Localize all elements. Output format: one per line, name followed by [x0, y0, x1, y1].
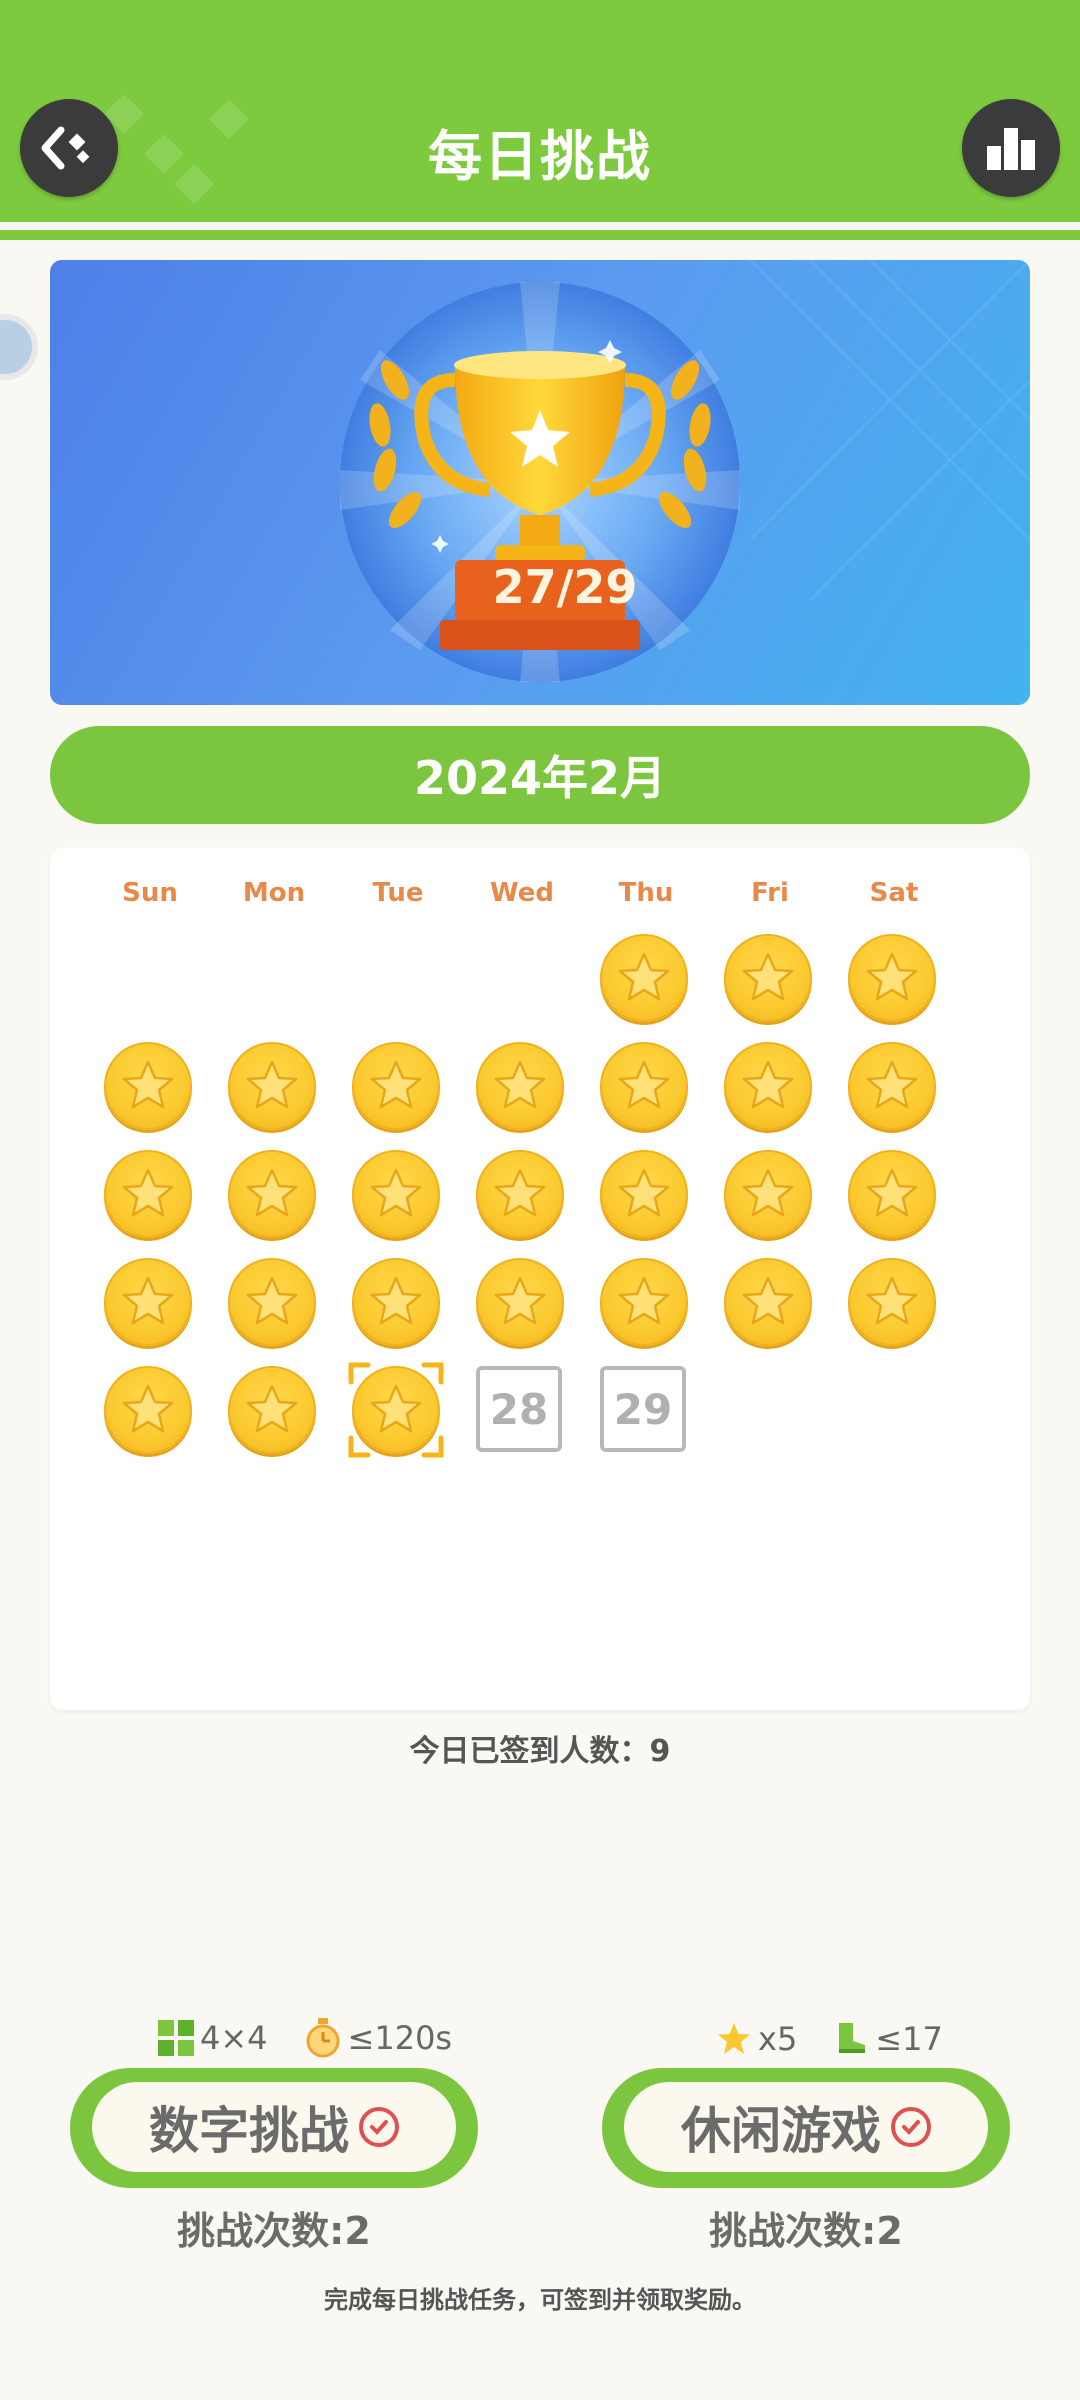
gold-star-coin-icon	[476, 1150, 564, 1238]
calendar-day-completed[interactable]	[600, 1258, 692, 1350]
gold-star-coin-icon	[476, 1258, 564, 1346]
gold-star-coin-icon	[352, 1258, 440, 1346]
calendar-day-completed[interactable]	[104, 1258, 196, 1350]
challenge-requirements-2: x5 ≤17	[716, 2020, 943, 2058]
gold-star-coin-icon	[104, 1258, 192, 1346]
calendar-day-completed[interactable]	[600, 1150, 692, 1242]
gold-star-coin-icon	[476, 1042, 564, 1130]
footer-note: 完成每日挑战任务，可签到并领取奖励。	[324, 2286, 756, 2314]
gold-star-coin-icon	[228, 1150, 316, 1238]
casual-game-tries: 挑战次数:2	[709, 2209, 903, 2253]
calendar-day-completed[interactable]	[476, 1042, 568, 1134]
number-challenge-label: 数字挑战	[149, 2102, 349, 2160]
side-floating-tab[interactable]	[0, 314, 38, 380]
calendar-day-completed[interactable]	[724, 1042, 816, 1134]
weekday-label: Thu	[618, 878, 674, 908]
casual-game-inner: 休闲游戏	[624, 2082, 988, 2172]
checkin-count-text: 今日已签到人数：9	[409, 1734, 671, 1769]
calendar-day-completed[interactable]	[600, 934, 692, 1026]
trophy-count: 27/29	[492, 560, 638, 614]
calendar-day-completed[interactable]	[352, 1042, 444, 1134]
calendar-day-pending[interactable]: 29	[600, 1366, 692, 1458]
calendar-day-today[interactable]	[348, 1362, 444, 1458]
casual-game-label: 休闲游戏	[681, 2102, 881, 2160]
header-divider	[0, 222, 1080, 230]
gold-star-coin-icon	[104, 1042, 192, 1130]
star-count-label: x5	[758, 2020, 798, 2058]
number-challenge-inner: 数字挑战	[92, 2082, 456, 2172]
gold-star-coin-icon	[848, 934, 936, 1022]
calendar-day-completed[interactable]	[724, 934, 816, 1026]
trophy-illustration	[340, 260, 1030, 682]
calendar-day-completed[interactable]	[724, 1258, 816, 1350]
calendar-day-completed[interactable]	[228, 1042, 320, 1134]
calendar-day-completed[interactable]	[228, 1258, 320, 1350]
trophy-banner: 27/29	[50, 260, 1030, 705]
boot-icon	[839, 2023, 866, 2053]
grid-icon	[158, 2020, 194, 2056]
weekday-label: Wed	[490, 878, 554, 908]
calendar-day-completed[interactable]	[848, 1150, 940, 1242]
calendar-day-completed[interactable]	[352, 1150, 444, 1242]
timer-icon	[306, 2018, 340, 2058]
calendar-day-completed[interactable]	[104, 1042, 196, 1134]
calendar-day-completed[interactable]	[104, 1366, 196, 1458]
weekday-label: Mon	[242, 878, 306, 908]
leaderboard-button[interactable]	[962, 99, 1060, 197]
challenge-requirements-1: 4×4 ≤120s	[158, 2018, 452, 2058]
pending-day-number: 29	[600, 1366, 686, 1452]
gold-star-coin-icon	[724, 934, 812, 1022]
pending-day-number: 28	[476, 1366, 562, 1452]
month-selector[interactable]: 2024年2月	[50, 726, 1030, 824]
gold-star-coin-icon	[600, 1258, 688, 1346]
weekday-label: Sat	[869, 878, 919, 908]
gold-star-coin-icon	[724, 1150, 812, 1238]
podium-icon	[987, 128, 1035, 170]
page-title: 每日挑战	[428, 125, 652, 188]
gold-star-coin-icon	[724, 1042, 812, 1130]
gold-star-coin-icon	[600, 1150, 688, 1238]
gold-star-coin-icon	[724, 1258, 812, 1346]
gold-star-coin-icon	[600, 934, 688, 1022]
weekday-label: Tue	[372, 878, 424, 908]
completed-check-icon	[359, 2107, 399, 2147]
gold-star-coin-icon	[352, 1150, 440, 1238]
weekday-label: Fri	[751, 878, 789, 908]
gold-star-coin-icon	[600, 1042, 688, 1130]
star-icon	[718, 2023, 750, 2054]
calendar-day-pending[interactable]: 28	[476, 1366, 568, 1458]
time-limit-label: ≤120s	[347, 2019, 453, 2057]
calendar-day-completed[interactable]	[848, 1258, 940, 1350]
today-selection-frame	[348, 1362, 444, 1458]
calendar-day-completed[interactable]	[352, 1258, 444, 1350]
calendar-day-completed[interactable]	[724, 1150, 816, 1242]
gold-star-coin-icon	[104, 1366, 192, 1454]
completed-check-icon	[891, 2107, 931, 2147]
calendar-day-completed[interactable]	[228, 1150, 320, 1242]
grid-size-label: 4×4	[200, 2019, 268, 2057]
gold-star-coin-icon	[848, 1150, 936, 1238]
number-challenge-tries: 挑战次数:2	[177, 2209, 371, 2253]
calendar-day-completed[interactable]	[476, 1258, 568, 1350]
gold-star-coin-icon	[228, 1366, 316, 1454]
number-challenge-button[interactable]: 数字挑战	[70, 2068, 478, 2188]
calendar-day-completed[interactable]	[600, 1042, 692, 1134]
calendar-day-completed[interactable]	[104, 1150, 196, 1242]
calendar-day-completed[interactable]	[848, 1042, 940, 1134]
calendar-day-completed[interactable]	[476, 1150, 568, 1242]
gold-star-coin-icon	[848, 1258, 936, 1346]
gold-star-coin-icon	[228, 1042, 316, 1130]
step-limit-label: ≤17	[875, 2020, 943, 2058]
casual-game-button[interactable]: 休闲游戏	[602, 2068, 1010, 2188]
header-stripe	[0, 230, 1080, 240]
weekday-label: Sun	[122, 878, 178, 908]
gold-star-coin-icon	[228, 1258, 316, 1346]
gold-star-coin-icon	[352, 1042, 440, 1130]
gold-star-coin-icon	[848, 1042, 936, 1130]
calendar-day-completed[interactable]	[228, 1366, 320, 1458]
gold-star-coin-icon	[104, 1150, 192, 1238]
calendar-day-completed[interactable]	[848, 934, 940, 1026]
